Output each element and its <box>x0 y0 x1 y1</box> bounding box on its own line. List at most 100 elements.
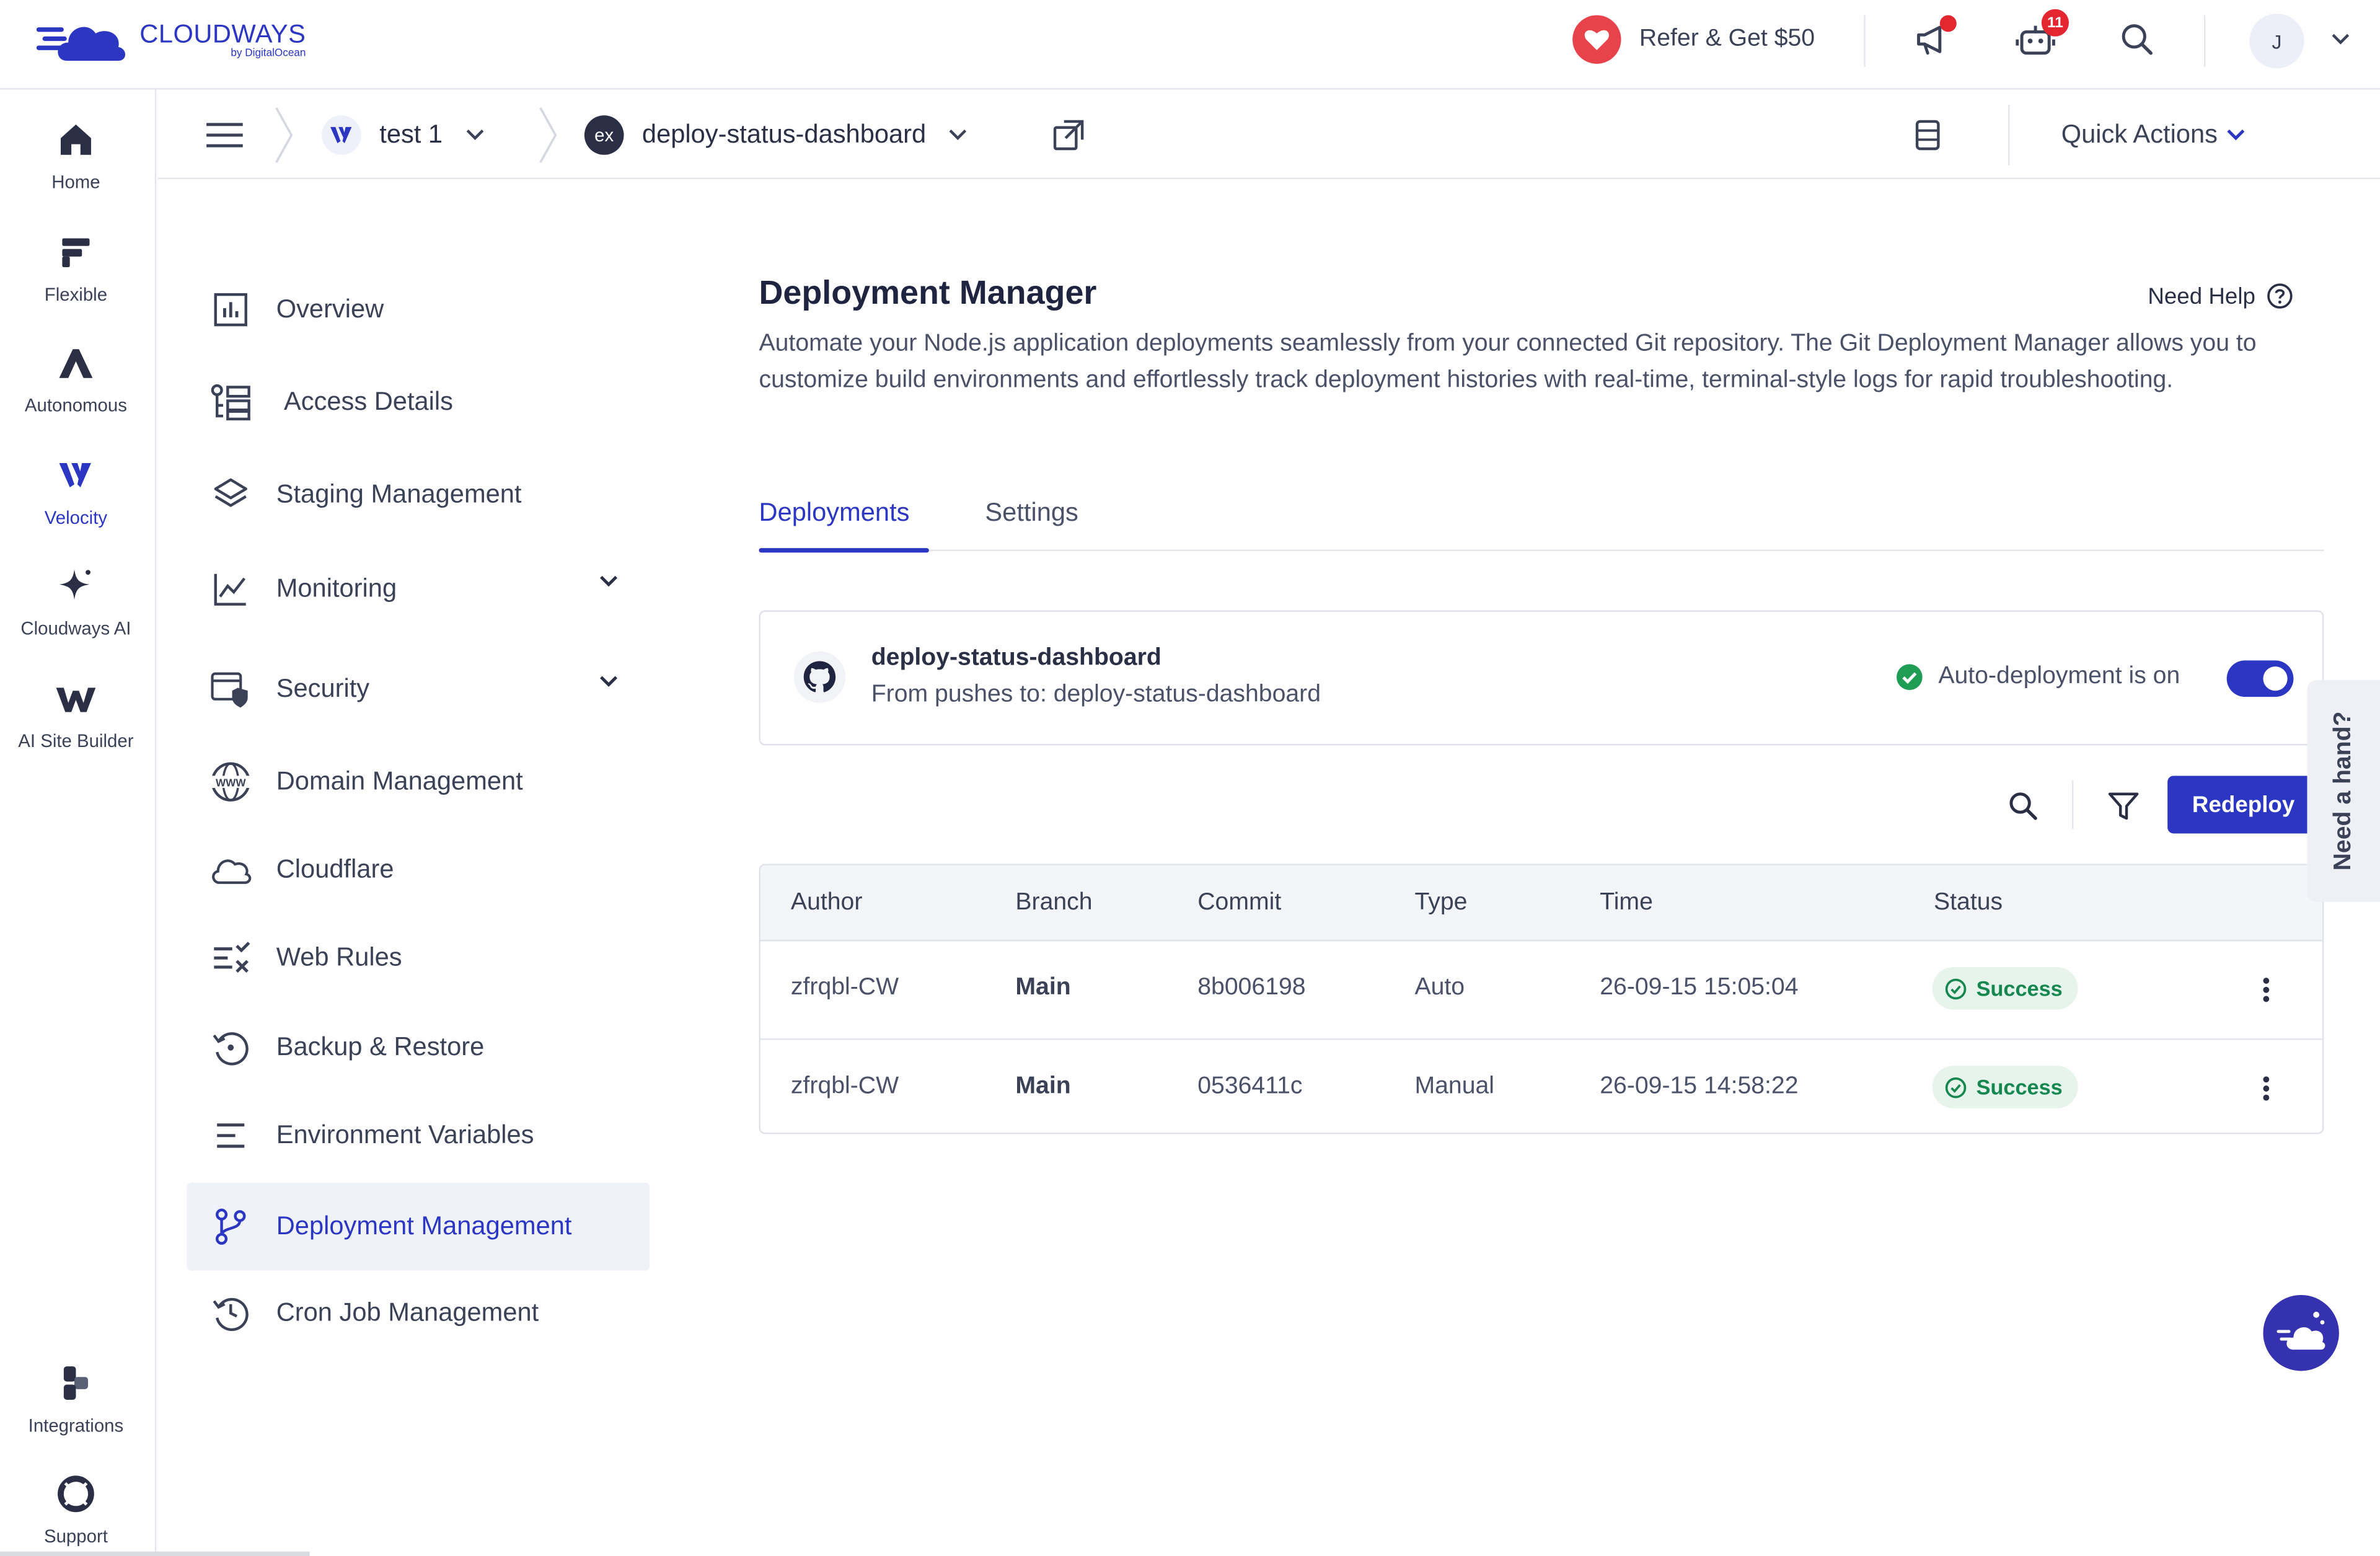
auto-deploy-status: Auto-deployment is on <box>1896 663 2180 691</box>
rail-item-support[interactable]: Support <box>0 1471 152 1547</box>
tab-deployments[interactable]: Deployments <box>759 498 929 553</box>
nav-item-web-rules[interactable]: Web Rules <box>187 916 650 1001</box>
row-actions-button[interactable] <box>2254 971 2278 1008</box>
nav-item-domain-management[interactable]: WWW Domain Management <box>187 740 650 824</box>
check-circle-icon <box>1945 1076 1967 1098</box>
need-help-link[interactable]: Need Help <box>2148 283 2293 310</box>
rail-item-ai-site-builder[interactable]: AI Site Builder <box>0 676 152 751</box>
nav-item-environment-variables[interactable]: Environment Variables <box>187 1093 650 1178</box>
auto-deploy-toggle[interactable] <box>2226 660 2294 697</box>
branch-cell: Main <box>1015 975 1071 1001</box>
column-header: Type <box>1414 890 1468 916</box>
left-rail: Home Flexible Autonomous Velocity Cloudw… <box>0 89 157 1556</box>
rail-item-velocity[interactable]: Velocity <box>0 453 152 528</box>
column-header: Author <box>790 890 863 916</box>
open-external-icon[interactable] <box>1052 118 1085 152</box>
nav-item-backup-restore[interactable]: Backup & Restore <box>187 1005 650 1090</box>
nav-item-access-details[interactable]: Access Details <box>187 360 650 444</box>
notification-dot <box>1939 15 1957 32</box>
nav-label: Backup & Restore <box>276 1032 485 1061</box>
access-details-icon <box>211 384 250 421</box>
need-a-hand-label: Need a hand? <box>2330 711 2356 871</box>
page-title: Deployment Manager <box>759 273 1097 312</box>
nav-label: Access Details <box>283 387 453 417</box>
rail-item-flexible[interactable]: Flexible <box>0 229 152 305</box>
server-list-icon[interactable] <box>1913 118 1943 152</box>
quick-actions-label: Quick Actions <box>2061 119 2218 148</box>
tab-bar: Deployments Settings <box>759 492 2324 553</box>
nav-label: Staging Management <box>276 479 522 509</box>
repository-card: deploy-status-dashboard From pushes to: … <box>759 610 2324 746</box>
breadcrumb-application[interactable]: ex deploy-status-dashboard <box>584 89 969 179</box>
cloudways-logo[interactable]: CLOUDWAYS by DigitalOcean <box>36 12 306 67</box>
autonomous-icon <box>59 349 93 378</box>
top-header: CLOUDWAYS by DigitalOcean Refer & Get $5… <box>0 0 2380 90</box>
rail-label: Home <box>51 171 100 193</box>
rail-label: Cloudways AI <box>20 617 131 640</box>
refer-link[interactable]: Refer & Get $50 <box>1572 15 1815 64</box>
rail-label: Autonomous <box>24 394 127 417</box>
velocity-icon <box>59 462 91 488</box>
nav-item-overview[interactable]: Overview <box>187 267 650 352</box>
rail-label: Flexible <box>44 283 108 306</box>
tab-settings[interactable]: Settings <box>985 498 1078 551</box>
nav-item-security[interactable]: Security <box>187 647 650 732</box>
chevron-down-icon <box>949 128 967 139</box>
nav-item-cron-job-management[interactable]: Cron Job Management <box>187 1271 650 1356</box>
chevron-down-icon[interactable] <box>2330 32 2351 46</box>
commit-cell: 0536411c <box>1197 1073 1303 1100</box>
nav-item-monitoring[interactable]: Monitoring <box>187 547 650 632</box>
breadcrumb-separator <box>539 107 557 163</box>
divider <box>2203 15 2206 67</box>
server-name: test 1 <box>379 119 443 148</box>
filter-button[interactable] <box>2098 780 2149 832</box>
repo-name: deploy-status-dashboard <box>871 645 1161 671</box>
need-help-label: Need Help <box>2148 283 2255 309</box>
column-header: Commit <box>1197 890 1282 916</box>
env-variables-icon <box>217 1123 245 1148</box>
rail-label: Velocity <box>44 506 108 529</box>
nav-item-staging-management[interactable]: Staging Management <box>187 453 650 537</box>
nav-label: Security <box>276 674 370 703</box>
search-button[interactable] <box>2116 18 2159 61</box>
line-chart-icon <box>214 573 246 606</box>
type-cell: Auto <box>1414 975 1465 1001</box>
table-row[interactable]: zfrqbl-CW Main 8b006198 Auto 26-09-15 15… <box>760 941 2322 1038</box>
menu-toggle-button[interactable] <box>206 89 243 179</box>
announcements-button[interactable] <box>1911 15 1957 61</box>
avatar[interactable]: J <box>2249 14 2304 69</box>
nav-label: Cloudflare <box>276 854 394 884</box>
kebab-menu-icon <box>2263 1076 2270 1101</box>
nav-label: Cron Job Management <box>276 1297 539 1327</box>
sparkle-icon <box>59 569 90 600</box>
nav-item-deployment-management[interactable]: Deployment Management <box>187 1182 650 1271</box>
search-icon <box>2122 24 2153 55</box>
chevron-down-icon <box>600 575 618 587</box>
app-name: deploy-status-dashboard <box>641 119 927 148</box>
divider <box>2071 780 2074 829</box>
assistant-bot-button[interactable]: 11 <box>2014 9 2069 61</box>
redeploy-button[interactable]: Redeploy <box>2167 776 2320 834</box>
rail-item-autonomous[interactable]: Autonomous <box>0 340 152 416</box>
type-cell: Manual <box>1414 1073 1495 1100</box>
breadcrumb-server[interactable]: test 1 <box>322 89 485 179</box>
page-description: Automate your Node.js application deploy… <box>759 330 2257 394</box>
deployments-table: Author Branch Commit Type Time Status zf… <box>759 864 2324 1134</box>
table-row[interactable]: zfrqbl-CW Main 0536411c Manual 26-09-15 … <box>760 1038 2322 1133</box>
time-cell: 26-09-15 15:05:04 <box>1600 975 1799 1001</box>
chat-assistant-button[interactable] <box>2263 1294 2339 1371</box>
rail-item-home[interactable]: Home <box>0 117 152 193</box>
check-circle-icon <box>1945 978 1967 999</box>
rail-item-cloudways-ai[interactable]: Cloudways AI <box>0 564 152 639</box>
nav-label: Monitoring <box>276 573 397 603</box>
sub-header: test 1 ex deploy-status-dashboard Quick … <box>157 89 2380 179</box>
time-cell: 26-09-15 14:58:22 <box>1600 1073 1799 1100</box>
support-icon <box>58 1475 94 1513</box>
help-circle-icon <box>2267 283 2293 309</box>
nav-item-cloudflare[interactable]: Cloudflare <box>187 828 650 913</box>
quick-actions-button[interactable]: Quick Actions <box>2061 89 2245 179</box>
need-a-hand-tab[interactable]: Need a hand? <box>2307 680 2380 902</box>
row-actions-button[interactable] <box>2254 1071 2278 1107</box>
search-deployments-button[interactable] <box>1998 780 2049 832</box>
rail-item-integrations[interactable]: Integrations <box>0 1360 152 1436</box>
